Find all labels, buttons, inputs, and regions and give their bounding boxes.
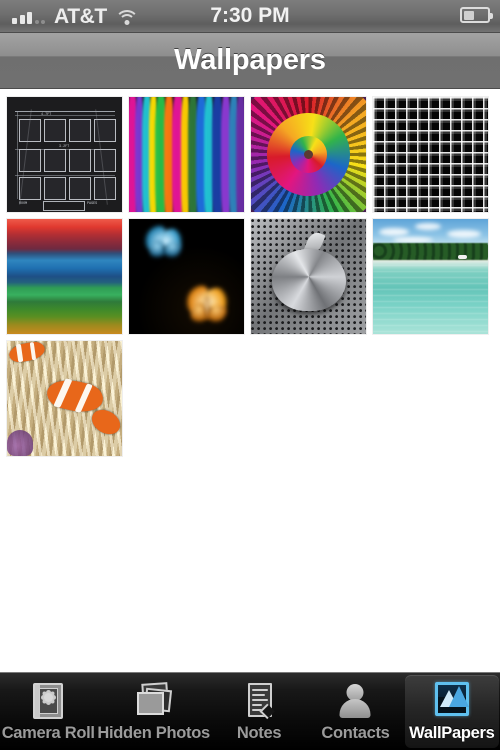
page-title: Wallpapers	[174, 44, 326, 76]
battery-icon	[460, 7, 493, 23]
apple-logo-artwork	[271, 229, 346, 311]
wallpaper-thumbnail-rainbow-fibers[interactable]	[128, 96, 245, 213]
orange-butterfly	[180, 283, 234, 327]
iphone-screen: AT&T 7:30 PM Wallpapers ROOM PAGES 4.7FT…	[0, 0, 500, 750]
navigation-bar: Wallpapers	[0, 33, 500, 89]
wallpaper-thumbnail-metal-apple-logo[interactable]	[250, 218, 367, 335]
tab-notes[interactable]: Notes	[212, 675, 306, 748]
water-ripples	[373, 265, 488, 334]
rainbow-spiral-artwork	[251, 97, 366, 212]
tab-bar: Camera Roll Hidden Photos Notes Contacts…	[0, 672, 500, 750]
stacked-photos-icon	[132, 681, 176, 721]
tab-contacts[interactable]: Contacts	[308, 675, 402, 748]
wallpaper-thumbnail-rainbow-spiral[interactable]	[250, 96, 367, 213]
boat	[458, 254, 468, 259]
tab-camera-roll[interactable]: Camera Roll	[1, 675, 95, 748]
tab-label-hidden-photos: Hidden Photos	[97, 723, 210, 742]
wallpaper-thumbnail-black-white-plaid[interactable]	[372, 96, 489, 213]
tab-label-notes: Notes	[236, 723, 282, 742]
wallpaper-grid-scroll[interactable]: ROOM PAGES 4.7FT 3.2FT	[0, 90, 500, 672]
island-treeline	[373, 243, 488, 261]
anemone-base	[7, 430, 33, 456]
tab-label-camera-roll: Camera Roll	[1, 723, 95, 742]
person-icon	[333, 681, 377, 721]
mountain-picture-icon	[430, 681, 474, 721]
wallpaper-thumbnail-glowing-butterflies[interactable]	[128, 218, 245, 335]
note-document-icon	[237, 681, 281, 721]
tab-label-wallpapers: WallPapers	[409, 723, 495, 742]
wallpaper-thumbnail-tropical-beach[interactable]	[372, 218, 489, 335]
tab-hidden-photos[interactable]: Hidden Photos	[97, 675, 210, 748]
wallpaper-thumbnail-blueprint-grid[interactable]: ROOM PAGES 4.7FT 3.2FT	[6, 96, 123, 213]
wallpaper-thumbnail-color-stripes[interactable]	[6, 218, 123, 335]
tab-label-contacts: Contacts	[321, 723, 390, 742]
wallpaper-thumbnail-clownfish-anemone[interactable]	[6, 340, 123, 457]
blueprint-artwork: ROOM PAGES 4.7FT 3.2FT	[15, 105, 116, 211]
blue-butterfly	[140, 223, 187, 262]
tab-wallpapers[interactable]: WallPapers	[404, 675, 500, 748]
photo-album-icon	[26, 681, 70, 721]
wallpaper-grid: ROOM PAGES 4.7FT 3.2FT	[0, 90, 500, 457]
clock-label: 7:30 PM	[210, 4, 290, 27]
status-bar-right	[460, 7, 493, 23]
status-bar: AT&T 7:30 PM	[0, 0, 500, 33]
